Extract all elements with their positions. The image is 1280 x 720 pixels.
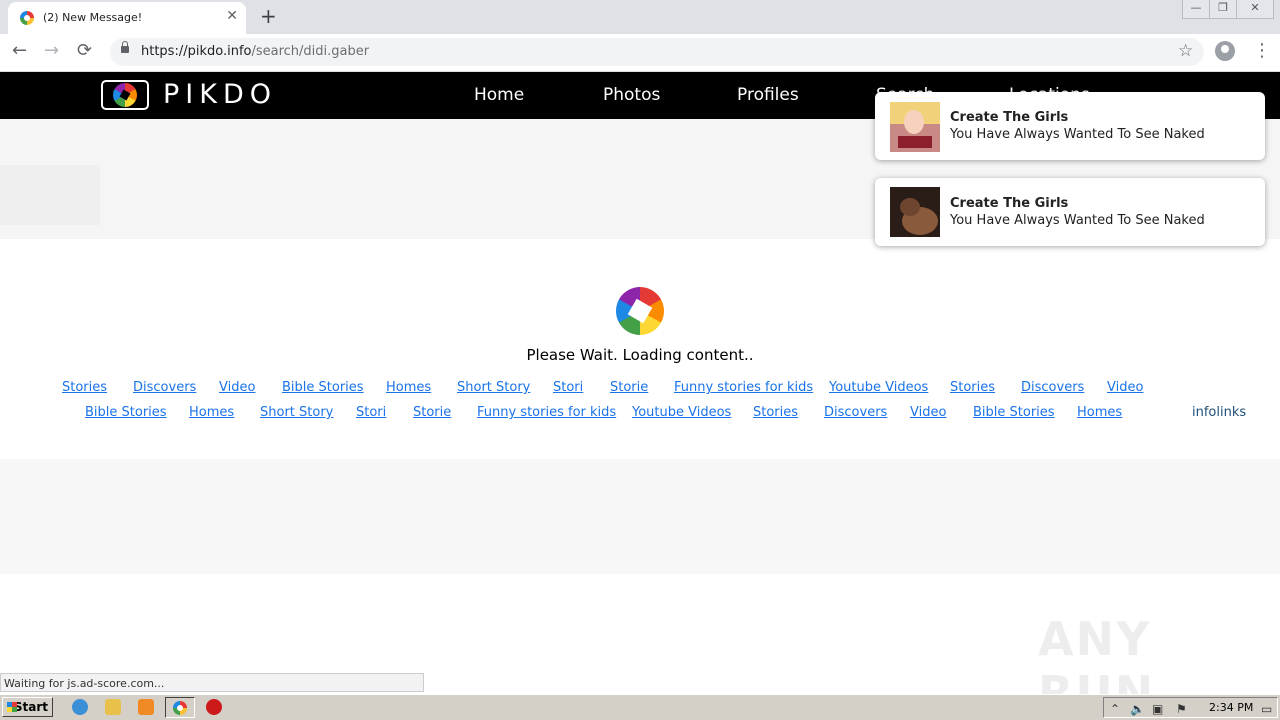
- ad-link[interactable]: Discovers: [133, 380, 196, 395]
- volume-icon[interactable]: 🔈: [1130, 702, 1145, 716]
- taskbar-clock[interactable]: 2:34 PM: [1209, 701, 1253, 714]
- ad-link[interactable]: Stories: [753, 405, 798, 420]
- ad-link[interactable]: Funny stories for kids: [674, 380, 813, 395]
- windows-taskbar: Start ⌃ 🔈 ▣ ⚑ 2:34 PM ▭: [0, 694, 1280, 720]
- close-window-button[interactable]: ✕: [1236, 0, 1274, 19]
- tab-title: (2) New Message!: [43, 11, 143, 24]
- reload-button[interactable]: ⟳: [77, 40, 92, 61]
- browser-menu-icon[interactable]: ⋮: [1253, 40, 1271, 61]
- notification-body: You Have Always Wanted To See Naked: [950, 127, 1205, 142]
- ad-link[interactable]: Stori: [356, 405, 386, 420]
- push-notification[interactable]: Create The Girls You Have Always Wanted …: [875, 178, 1265, 246]
- nav-home[interactable]: Home: [474, 85, 524, 105]
- url-text[interactable]: https://pikdo.info/search/didi.gaber: [141, 44, 369, 59]
- logo-camera-icon[interactable]: [101, 80, 149, 110]
- ad-link[interactable]: Storie: [413, 405, 451, 420]
- nav-profiles[interactable]: Profiles: [737, 85, 799, 105]
- bookmark-star-icon[interactable]: ☆: [1178, 41, 1193, 61]
- url-host: https://pikdo.info: [141, 44, 252, 59]
- lock-icon[interactable]: [121, 41, 129, 53]
- ad-link[interactable]: Stories: [950, 380, 995, 395]
- browser-status-bar: Waiting for js.ad-score.com...: [0, 673, 424, 692]
- explorer-folder-icon[interactable]: [105, 699, 121, 715]
- tab-close-icon[interactable]: ✕: [226, 8, 238, 24]
- faint-footer-area: [0, 459, 1280, 574]
- system-tray: ⌃ 🔈 ▣ ⚑ 2:34 PM ▭: [1103, 697, 1278, 718]
- url-path: /search/didi.gaber: [251, 44, 370, 59]
- notification-title: Create The Girls: [950, 196, 1069, 211]
- profile-avatar-icon[interactable]: [1215, 41, 1235, 61]
- start-button[interactable]: Start: [2, 697, 53, 717]
- maximize-button[interactable]: ❐: [1209, 0, 1237, 19]
- tab-strip: (2) New Message! ✕ + — ❐ ✕: [0, 0, 1280, 34]
- loading-message: Please Wait. Loading content..: [526, 346, 754, 364]
- ad-link[interactable]: Storie: [610, 380, 648, 395]
- ad-link[interactable]: Video: [1107, 380, 1143, 395]
- ie-icon[interactable]: [72, 699, 88, 715]
- ad-link[interactable]: Discovers: [824, 405, 887, 420]
- forward-button[interactable]: →: [44, 40, 59, 61]
- faint-block: [0, 165, 100, 225]
- ad-link[interactable]: Youtube Videos: [829, 380, 928, 395]
- loading-spinner-icon: [616, 287, 664, 335]
- site-logo[interactable]: PIKDO: [163, 79, 277, 110]
- browser-toolbar: ← → ⟳ https://pikdo.info/search/didi.gab…: [0, 34, 1280, 72]
- network-icon[interactable]: ▣: [1152, 702, 1163, 716]
- minimize-button[interactable]: —: [1182, 0, 1210, 19]
- ad-link[interactable]: Short Story: [260, 405, 333, 420]
- start-label: Start: [13, 700, 48, 714]
- ad-link[interactable]: Homes: [1077, 405, 1122, 420]
- ad-link[interactable]: Bible Stories: [973, 405, 1055, 420]
- site-favicon-icon: [20, 11, 34, 25]
- notification-body: You Have Always Wanted To See Naked: [950, 213, 1205, 228]
- aperture-icon: [113, 83, 137, 107]
- ad-link[interactable]: Short Story: [457, 380, 530, 395]
- ad-link[interactable]: Homes: [189, 405, 234, 420]
- ad-links-row-2: Bible Stories Homes Short Story Stori St…: [0, 405, 1280, 425]
- ad-link[interactable]: Bible Stories: [85, 405, 167, 420]
- ad-links-row-1: Stories Discovers Video Bible Stories Ho…: [0, 380, 1280, 400]
- tray-arrow-icon[interactable]: ⌃: [1110, 702, 1120, 716]
- ad-link[interactable]: Youtube Videos: [632, 405, 731, 420]
- ad-link[interactable]: Stori: [553, 380, 583, 395]
- notification-title: Create The Girls: [950, 110, 1069, 125]
- notification-thumbnail: [890, 102, 940, 152]
- show-desktop-icon[interactable]: ▭: [1261, 702, 1272, 716]
- back-button[interactable]: ←: [12, 40, 27, 61]
- antivirus-icon[interactable]: [206, 699, 222, 715]
- action-center-flag-icon[interactable]: ⚑: [1176, 702, 1187, 716]
- ad-link[interactable]: Stories: [62, 380, 107, 395]
- new-tab-button[interactable]: +: [260, 4, 277, 28]
- chrome-icon: [173, 701, 187, 715]
- browser-tab[interactable]: (2) New Message! ✕: [8, 2, 246, 34]
- ad-link[interactable]: Video: [219, 380, 255, 395]
- chrome-taskbar-button[interactable]: [165, 697, 195, 718]
- ad-link[interactable]: Funny stories for kids: [477, 405, 616, 420]
- windows-flag-icon: [7, 702, 17, 712]
- ad-link[interactable]: Video: [910, 405, 946, 420]
- media-player-icon[interactable]: [138, 699, 154, 715]
- ad-link[interactable]: Homes: [386, 380, 431, 395]
- push-notification[interactable]: Create The Girls You Have Always Wanted …: [875, 92, 1265, 160]
- ad-link[interactable]: Bible Stories: [282, 380, 364, 395]
- notification-thumbnail: [890, 187, 940, 237]
- nav-photos[interactable]: Photos: [603, 85, 660, 105]
- infolinks-logo[interactable]: infolinks: [1192, 405, 1246, 420]
- address-bar[interactable]: https://pikdo.info/search/didi.gaber ☆: [110, 38, 1204, 66]
- ad-link[interactable]: Discovers: [1021, 380, 1084, 395]
